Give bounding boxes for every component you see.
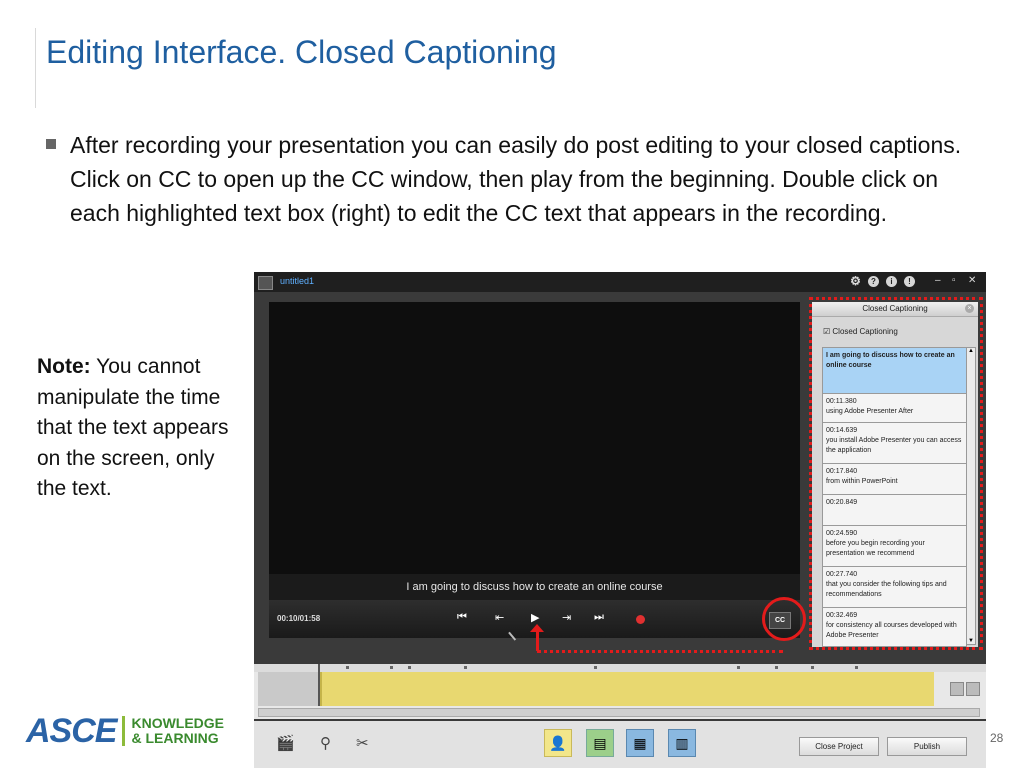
slide-user-view-icon[interactable]: ▦ bbox=[626, 729, 654, 757]
clapperboard-icon[interactable]: 🎬 bbox=[276, 734, 295, 752]
slide-marker[interactable] bbox=[775, 666, 778, 669]
slide-marker[interactable] bbox=[346, 666, 349, 669]
audio-waveform bbox=[258, 672, 320, 706]
window-titlebar: untitled1 ⚙ ? i ! – ▫ ✕ bbox=[254, 272, 986, 292]
help-icon[interactable]: ? bbox=[868, 276, 879, 287]
time-display: 00:10/01:58 bbox=[277, 614, 321, 623]
playhead[interactable] bbox=[318, 664, 320, 706]
slide-marker[interactable] bbox=[464, 666, 467, 669]
cc-panel-highlight bbox=[809, 297, 983, 650]
timeline-scrollbar[interactable] bbox=[258, 708, 980, 717]
slide-view-icon[interactable]: ▤ bbox=[586, 729, 614, 757]
slide-marker[interactable] bbox=[594, 666, 597, 669]
magnifier-icon[interactable]: ⚲ bbox=[320, 734, 331, 752]
publish-button[interactable]: Publish bbox=[887, 737, 967, 756]
asce-logo: ASCE KNOWLEDGE & LEARNING bbox=[26, 711, 224, 750]
timeline[interactable] bbox=[254, 664, 986, 719]
caption-text: I am going to discuss how to create an o… bbox=[406, 581, 663, 593]
slide-marker[interactable] bbox=[408, 666, 411, 669]
info-icon[interactable]: i bbox=[886, 276, 897, 287]
annotation-arrow-line bbox=[537, 650, 783, 653]
bullet-icon bbox=[46, 139, 56, 149]
zoom-out-icon[interactable] bbox=[966, 682, 980, 696]
logo-divider bbox=[122, 716, 126, 746]
annotation-arrow-shaft bbox=[536, 629, 539, 651]
slide-marker[interactable] bbox=[390, 666, 393, 669]
previous-slide-icon[interactable]: ⇤ bbox=[495, 611, 504, 624]
title-divider bbox=[35, 28, 36, 108]
note-label: Note: bbox=[37, 355, 91, 378]
close-icon[interactable]: ✕ bbox=[968, 275, 976, 286]
zoom-in-icon[interactable] bbox=[950, 682, 964, 696]
bulb-icon[interactable]: ! bbox=[904, 276, 915, 287]
video-preview bbox=[269, 302, 800, 574]
playback-controls: 00:10/01:58 ⏮ ⇤ ▶ ⇥ ⏭ CC bbox=[269, 600, 800, 638]
user-view-icon[interactable]: 👤 bbox=[544, 729, 572, 757]
audio-track[interactable] bbox=[320, 672, 934, 706]
slide-marker[interactable] bbox=[811, 666, 814, 669]
arrow-up-icon bbox=[530, 624, 544, 632]
slide-title: Editing Interface. Closed Captioning bbox=[46, 34, 557, 70]
play-icon[interactable]: ▶ bbox=[531, 611, 539, 624]
record-icon[interactable] bbox=[636, 615, 645, 624]
slide-marker[interactable] bbox=[855, 666, 858, 669]
timeline-markers bbox=[254, 664, 986, 672]
close-project-button[interactable]: Close Project bbox=[799, 737, 879, 756]
window-title: untitled1 bbox=[280, 276, 315, 286]
logo-tagline: KNOWLEDGE & LEARNING bbox=[131, 716, 224, 746]
cc-highlight-circle bbox=[762, 597, 806, 641]
gear-icon[interactable]: ⚙ bbox=[850, 275, 861, 287]
minimize-icon[interactable]: – bbox=[935, 275, 941, 286]
bullet-text: After recording your presentation you ca… bbox=[70, 132, 962, 226]
next-slide-icon[interactable]: ⇥ bbox=[562, 611, 571, 624]
slide-marker[interactable] bbox=[737, 666, 740, 669]
slide-side-view-icon[interactable]: ▥ bbox=[668, 729, 696, 757]
skip-to-start-icon[interactable]: ⏮ bbox=[457, 611, 467, 624]
caption-bar: I am going to discuss how to create an o… bbox=[269, 574, 800, 600]
bottom-toolbar: 🎬 ⚲ ✂ 👤 ▤ ▦ ▥ Close Project Publish bbox=[254, 721, 986, 768]
presenter-window: untitled1 ⚙ ? i ! – ▫ ✕ I am going to di… bbox=[254, 272, 986, 768]
note: Note: You cannot manipulate the time tha… bbox=[37, 352, 247, 505]
maximize-icon[interactable]: ▫ bbox=[952, 275, 956, 286]
logo-line-2: & LEARNING bbox=[131, 730, 219, 746]
scissors-icon[interactable]: ✂ bbox=[356, 734, 369, 752]
page-number: 28 bbox=[990, 731, 1004, 745]
logo-brand: ASCE bbox=[26, 711, 117, 750]
skip-to-end-icon[interactable]: ⏭ bbox=[594, 611, 604, 624]
app-logo-icon bbox=[258, 276, 273, 290]
logo-line-1: KNOWLEDGE bbox=[131, 715, 225, 731]
